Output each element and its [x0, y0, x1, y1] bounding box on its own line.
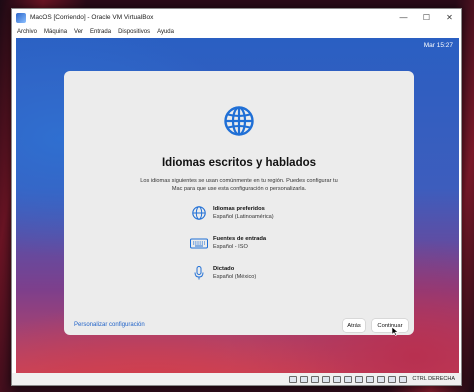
row-title: Idiomas preferidos	[213, 206, 265, 212]
usb-icon[interactable]	[333, 375, 342, 383]
menu-archivo[interactable]: Archivo	[17, 29, 37, 35]
mac-clock: Mar 15:27	[423, 42, 453, 49]
row-title: Dictado	[213, 266, 235, 272]
globe-icon	[192, 206, 206, 220]
row-title: Fuentes de entrada	[213, 236, 267, 242]
menu-bar: Archivo Máquina Ver Entrada Dispositivos…	[12, 26, 461, 37]
mouse-cursor-icon	[391, 326, 399, 336]
menu-ver[interactable]: Ver	[74, 29, 83, 35]
setup-dialog: Idiomas escritos y hablados Los idiomas …	[64, 71, 414, 336]
maximize-button[interactable]: ☐	[415, 9, 438, 26]
optical-drive-icon[interactable]	[300, 375, 309, 383]
shared-folders-icon[interactable]	[344, 375, 353, 383]
guest-screen[interactable]: Mar 15:27 Idiomas escritos y hablados Lo…	[16, 38, 459, 373]
back-button[interactable]: Atrás	[343, 319, 365, 332]
title-bar[interactable]: MacOS [Corriendo] - Oracle VM VirtualBox…	[12, 9, 461, 26]
virtualbox-icon	[16, 12, 26, 23]
globe-icon	[224, 106, 254, 136]
recording-icon[interactable]	[366, 375, 375, 383]
minimize-button[interactable]: —	[392, 9, 415, 26]
row-dictado: Dictado Español (México)	[189, 265, 256, 281]
menu-entrada[interactable]: Entrada	[90, 29, 111, 35]
menu-dispositivos[interactable]: Dispositivos	[118, 29, 150, 35]
hard-disk-icon[interactable]	[289, 375, 298, 383]
row-fuentes-de-entrada: Fuentes de entrada Español - ISO	[189, 235, 266, 251]
close-button[interactable]: ✕	[438, 9, 461, 26]
host-key-label: CTRL DERECHA	[412, 376, 455, 382]
microphone-icon	[194, 266, 204, 280]
network-icon[interactable]	[322, 375, 331, 383]
row-value: Español - ISO	[213, 244, 248, 250]
status-bar: CTRL DERECHA	[12, 373, 461, 385]
keyboard-capture-icon[interactable]	[399, 375, 408, 383]
display-icon[interactable]	[355, 375, 364, 383]
dialog-description: Los idiomas siguientes se usan comúnment…	[140, 178, 338, 192]
dialog-heading: Idiomas escritos y hablados	[161, 157, 317, 169]
customize-settings-link[interactable]: Personalizar configuración	[74, 322, 145, 328]
keyboard-icon	[190, 238, 208, 249]
mouse-integration-icon[interactable]	[388, 375, 397, 383]
window-controls: — ☐ ✕	[392, 9, 461, 26]
row-value: Español (Latinoamérica)	[213, 214, 274, 220]
continue-button[interactable]: Continuar	[372, 319, 408, 332]
row-idiomas-preferidos: Idiomas preferidos Español (Latinoaméric…	[189, 205, 274, 221]
virtualbox-window: MacOS [Corriendo] - Oracle VM VirtualBox…	[11, 8, 462, 386]
row-value: Español (México)	[213, 274, 257, 280]
cpu-icon[interactable]	[377, 375, 386, 383]
audio-icon[interactable]	[311, 375, 320, 383]
menu-maquina[interactable]: Máquina	[44, 29, 67, 35]
window-title: MacOS [Corriendo] - Oracle VM VirtualBox	[30, 14, 154, 21]
menu-ayuda[interactable]: Ayuda	[157, 29, 174, 35]
